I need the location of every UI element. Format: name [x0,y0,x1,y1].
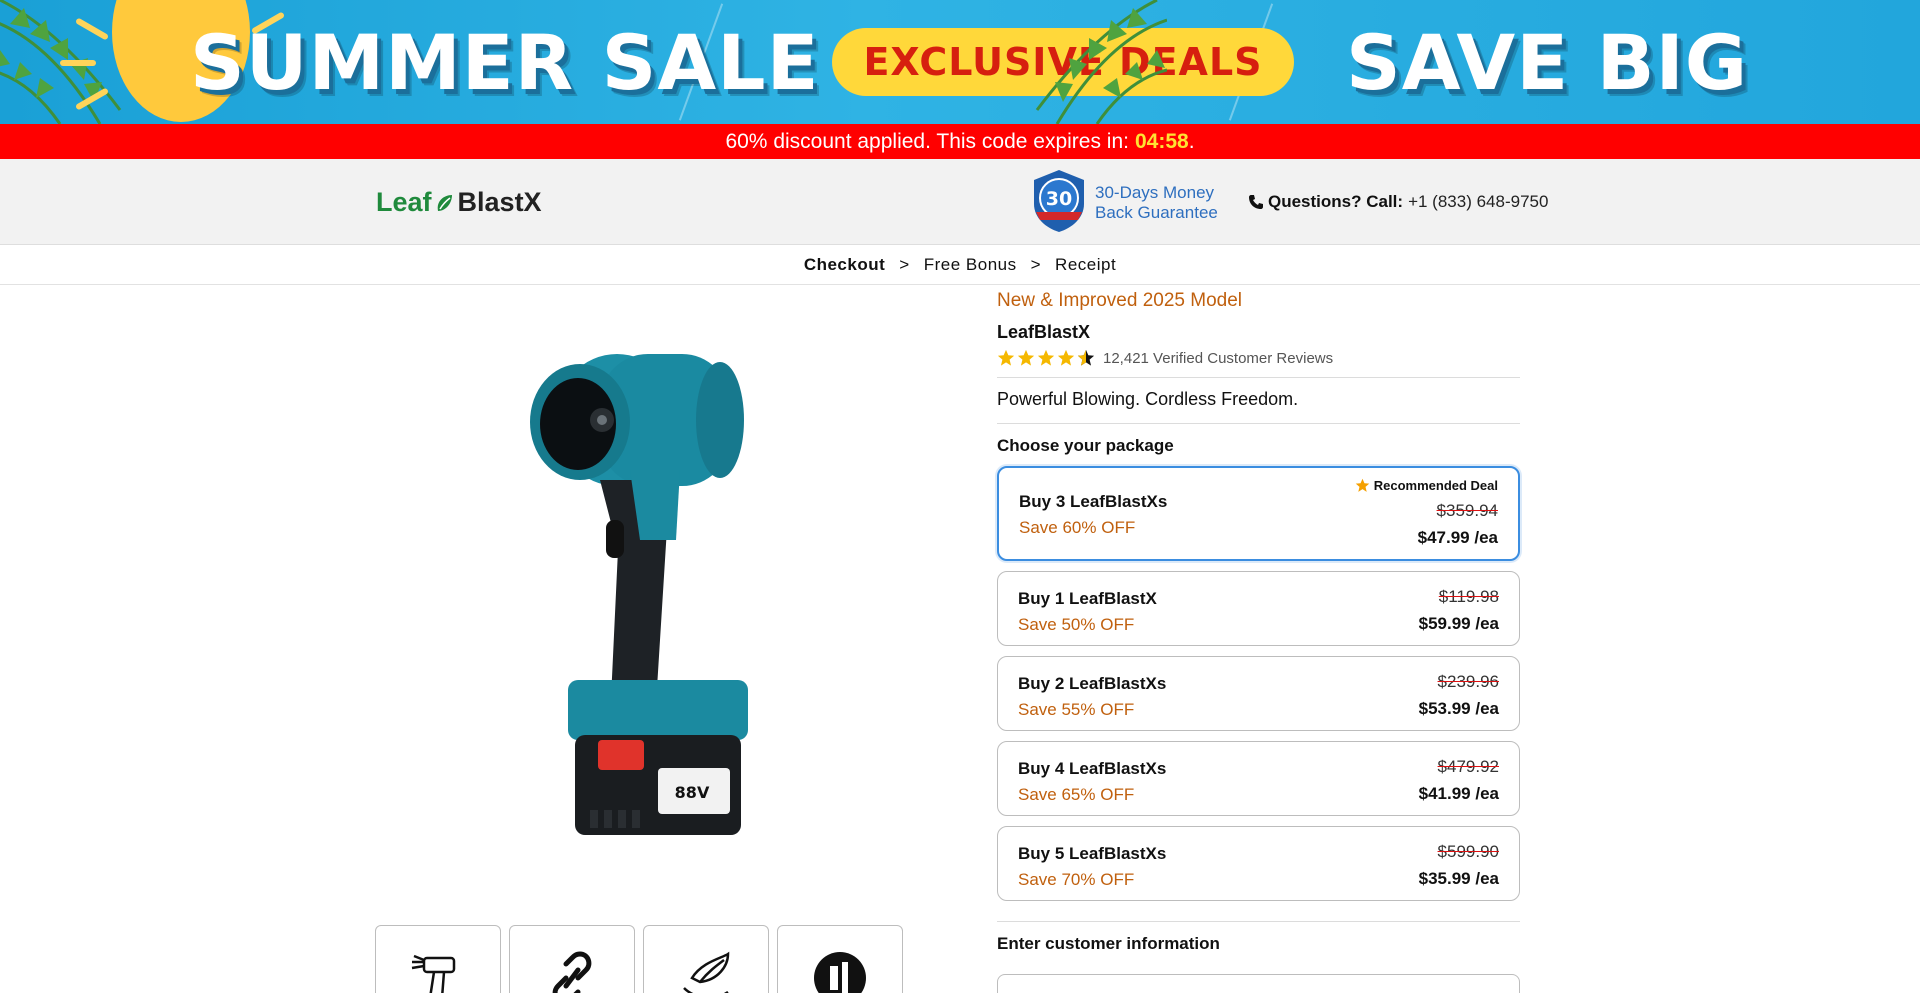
package-title: Buy 5 LeafBlastXs [1018,844,1167,863]
star-icon [1037,349,1055,366]
logo-blastx-text: BlastX [457,187,542,217]
discount-countdown-bar: 60% discount applied. This code expires … [0,124,1920,159]
section-divider [997,921,1520,922]
recommended-label: Recommended Deal [1373,478,1498,493]
guarantee-line-1: 30-Days Money [1095,183,1215,202]
package-option-buy-4[interactable]: Buy 4 LeafBlastXs Save 65% OFF $479.92 $… [997,741,1520,816]
badge-number: 30 [1046,188,1072,210]
package-option-buy-3[interactable]: Recommended Deal Buy 3 LeafBlastXs Save … [997,466,1520,561]
sun-ray [60,60,96,66]
package-title: Buy 2 LeafBlastXs [1018,674,1167,693]
star-icon [1355,478,1369,492]
package-savings: Save 65% OFF [1018,785,1135,804]
package-unit-price: $47.99 /ea [1417,528,1498,547]
package-original-price: $119.98 [1438,587,1499,606]
guarantee-line-2: Back Guarantee [1095,203,1218,222]
package-unit-price: $35.99 /ea [1418,869,1499,888]
brand-logo[interactable]: Leaf BlastX [376,187,542,218]
product-image-leaf-blower: 88V [530,354,748,835]
star-icon [1057,349,1075,366]
hand-leaf-icon [683,951,730,993]
discount-message: 60% discount applied. This code expires … [725,129,1129,153]
package-original-price: $479.92 [1437,757,1499,776]
package-unit-price: $41.99 /ea [1418,784,1499,803]
banner-save-big: SAVE BIG [1346,18,1749,107]
package-original-price: $359.94 [1436,501,1498,520]
site-header: Leaf BlastX 30 30-Days Money Back Guaran… [0,159,1920,245]
package-title: Buy 1 LeafBlastX [1018,589,1157,608]
package-heading: Choose your package [997,436,1174,455]
money-back-guarantee: 30-Days Money Back Guarantee [1095,183,1218,223]
feature-thumbnails [375,925,903,993]
package-savings: Save 60% OFF [1019,518,1136,537]
breadcrumb-checkout[interactable]: Checkout [804,255,885,275]
support-phone[interactable]: Questions? Call: +1 (833) 648-9750 [1248,192,1548,212]
package-option-buy-1[interactable]: Buy 1 LeafBlastX Save 50% OFF $119.98 $5… [997,571,1520,646]
star-icon [997,349,1015,366]
package-savings: Save 55% OFF [1018,700,1135,719]
battery-voltage-label: 88V [675,783,710,802]
package-unit-price: $53.99 /ea [1418,699,1499,718]
package-option-buy-2[interactable]: Buy 2 LeafBlastXs Save 55% OFF $239.96 $… [997,656,1520,731]
package-original-price: $599.90 [1437,842,1499,861]
breadcrumb-free-bonus[interactable]: Free Bonus [924,255,1017,275]
product-tagline: Powerful Blowing. Cordless Freedom. [997,389,1520,424]
thumbnail-sound[interactable] [777,925,903,993]
purchase-panel: New & Improved 2025 Model LeafBlastX 12,… [997,290,1520,993]
thumbnail-hand-leaf[interactable] [643,925,769,993]
chain-link-icon [552,951,592,993]
drill-icon [411,954,456,993]
model-tag: New & Improved 2025 Model [997,290,1243,311]
package-savings: Save 70% OFF [1018,870,1135,889]
shield-badge-icon: 30 [1034,170,1084,232]
checkout-breadcrumb: Checkout > Free Bonus > Receipt [0,246,1920,285]
leaf-swirl-icon [437,194,452,211]
countdown-timer: 04:58 [1134,129,1189,153]
package-unit-price: $59.99 /ea [1418,614,1499,633]
palm-leaf-icon [1035,0,1167,124]
breadcrumb-receipt[interactable]: Receipt [1055,255,1116,275]
phone-icon [1249,195,1263,209]
sound-icon [814,952,866,993]
star-rating [997,349,1095,367]
recommended-deal-badge: Recommended Deal [1355,478,1498,493]
package-savings: Save 50% OFF [1018,615,1135,634]
package-title: Buy 3 LeafBlastXs [1019,492,1168,511]
logo-leaf-text: Leaf [376,187,432,217]
banner-summer-sale: SUMMER SALE [190,18,820,107]
breadcrumb-separator: > [899,255,910,274]
package-title: Buy 4 LeafBlastXs [1018,759,1167,778]
package-original-price: $239.96 [1437,672,1499,691]
summer-sale-banner: SUMMER SALE EXCLUSIVE DEALS SAVE BIG [0,0,1920,124]
review-count[interactable]: 12,421 Verified Customer Reviews [1103,350,1333,367]
thumbnail-drill[interactable] [375,925,501,993]
breadcrumb-separator: > [1030,255,1042,274]
product-name: LeafBlastX [997,322,1091,342]
phone-label: Questions? Call: [1268,192,1404,211]
rating-row: 12,421 Verified Customer Reviews [997,349,1520,378]
thumbnail-chain[interactable] [509,925,635,993]
discount-suffix: . [1188,129,1195,153]
package-option-buy-5[interactable]: Buy 5 LeafBlastXs Save 70% OFF $599.90 $… [997,826,1520,901]
customer-info-field[interactable] [997,974,1520,993]
half-star-icon [1077,349,1095,366]
phone-number[interactable]: +1 (833) 648-9750 [1408,192,1548,212]
customer-info-heading: Enter customer information [997,934,1220,953]
star-icon [1017,349,1035,366]
